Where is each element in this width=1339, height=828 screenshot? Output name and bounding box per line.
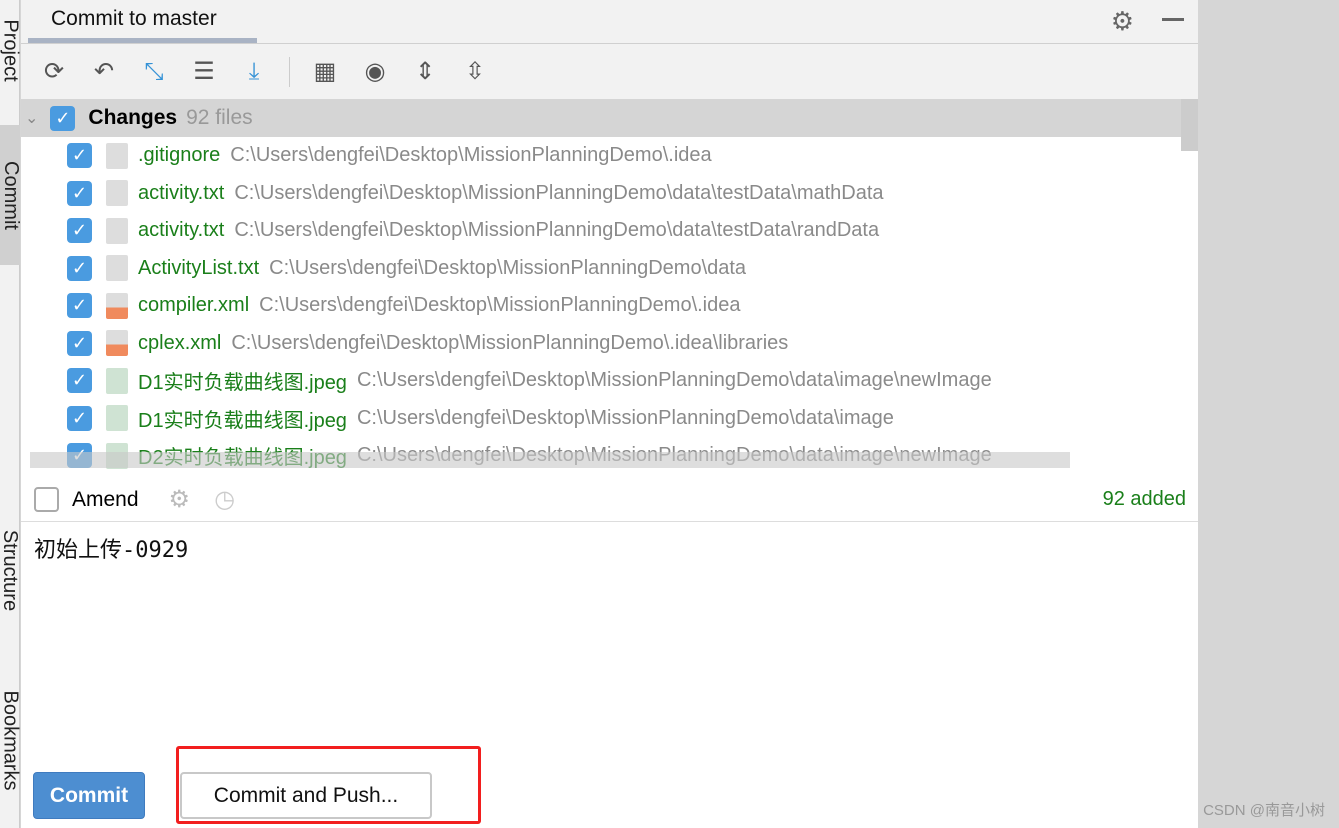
panel-header: Commit to master ⚙ <box>21 0 1198 44</box>
changes-checkbox[interactable]: ✓ <box>50 105 76 131</box>
txt-file-icon <box>106 255 128 282</box>
side-tab-commit[interactable]: Commit <box>0 125 22 265</box>
update-icon[interactable]: ⤓ <box>239 57 269 87</box>
file-path: C:\Users\dengfei\Desktop\MissionPlanning… <box>356 406 894 429</box>
view-options-icon[interactable]: ◉ <box>360 57 390 87</box>
group-by-icon[interactable]: ▦ <box>310 57 340 87</box>
xml-file-icon <box>106 292 128 319</box>
amend-label: Amend <box>72 487 139 511</box>
file-row[interactable]: ✓ activity.txt C:\Users\dengfei\Desktop\… <box>21 175 1198 213</box>
file-row[interactable]: ✓ .gitignore C:\Users\dengfei\Desktop\Mi… <box>21 137 1198 175</box>
file-name: .gitignore <box>138 144 221 167</box>
diff-icon[interactable]: ⤡ <box>139 57 169 87</box>
file-checkbox[interactable]: ✓ <box>67 218 92 244</box>
changes-tree: ⌄ ✓ Changes 92 files ✓ .gitignore C:\Use… <box>21 99 1198 472</box>
file-name: D1实时负载曲线图.jpeg <box>138 372 347 395</box>
file-name: ActivityList.txt <box>138 256 260 279</box>
commit-panel: Commit to master ⚙ ⟳ ↶ ⤡ ☰ ⤓ ▦ ◉ ⇕ ⇳ ⌄ ✓… <box>21 0 1198 828</box>
highlight-box <box>176 746 481 824</box>
tool-window-strip: Project Commit Structure Bookmarks <box>0 0 22 828</box>
file-checkbox[interactable]: ✓ <box>67 405 92 431</box>
file-name: D1实时负载曲线图.jpeg <box>138 409 347 432</box>
xml-file-icon <box>106 330 128 357</box>
side-tab-structure[interactable]: Structure <box>0 505 22 635</box>
file-checkbox[interactable]: ✓ <box>67 293 92 319</box>
watermark: CSDN @南音小树 <box>1203 802 1325 819</box>
horizontal-scrollbar[interactable] <box>30 452 1070 468</box>
commit-button[interactable]: Commit <box>33 772 145 819</box>
file-path: C:\Users\dengfei\Desktop\MissionPlanning… <box>234 219 880 242</box>
file-name: cplex.xml <box>138 331 222 354</box>
tab-underline <box>28 38 257 43</box>
file-path: C:\Users\dengfei\Desktop\MissionPlanning… <box>269 256 747 279</box>
file-row[interactable]: ✓ D1实时负载曲线图.jpeg C:\Users\dengfei\Deskto… <box>21 400 1198 438</box>
added-status: 92 added <box>1102 488 1186 510</box>
toolbar: ⟳ ↶ ⤡ ☰ ⤓ ▦ ◉ ⇕ ⇳ <box>21 44 1198 99</box>
amend-row: Amend ⚙ ◷ 92 added <box>21 478 1198 522</box>
changes-label: Changes <box>88 106 178 129</box>
file-name: activity.txt <box>138 219 225 242</box>
minimize-icon[interactable] <box>1162 18 1184 21</box>
file-checkbox[interactable]: ✓ <box>67 180 92 206</box>
rollback-icon[interactable]: ↶ <box>89 57 119 87</box>
file-checkbox[interactable]: ✓ <box>67 330 92 356</box>
file-row[interactable]: ✓ D1实时负载曲线图.jpeg C:\Users\dengfei\Deskto… <box>21 362 1198 400</box>
ignore-file-icon <box>106 142 128 169</box>
collapse-all-icon[interactable]: ⇳ <box>460 57 490 87</box>
file-checkbox[interactable]: ✓ <box>67 368 92 394</box>
commit-message-input[interactable]: 初始上传-0929 <box>34 532 188 564</box>
file-checkbox[interactable]: ✓ <box>67 143 92 169</box>
txt-file-icon <box>106 217 128 244</box>
expand-all-icon[interactable]: ⇕ <box>410 57 440 87</box>
file-path: C:\Users\dengfei\Desktop\MissionPlanning… <box>234 181 884 204</box>
toolbar-separator <box>289 56 290 87</box>
file-path: C:\Users\dengfei\Desktop\MissionPlanning… <box>259 294 741 317</box>
vertical-scrollbar[interactable] <box>1181 99 1198 151</box>
file-checkbox[interactable]: ✓ <box>67 255 92 281</box>
shelve-icon[interactable]: ☰ <box>189 57 219 87</box>
file-row[interactable]: ✓ ActivityList.txt C:\Users\dengfei\Desk… <box>21 250 1198 288</box>
side-tab-bookmarks[interactable]: Bookmarks <box>0 665 22 815</box>
changes-count: 92 files <box>186 106 253 129</box>
chevron-down-icon[interactable]: ⌄ <box>25 108 38 128</box>
file-path: C:\Users\dengfei\Desktop\MissionPlanning… <box>356 369 992 392</box>
file-name: activity.txt <box>138 181 225 204</box>
img-file-icon <box>106 405 128 432</box>
gear-icon[interactable]: ⚙ <box>169 485 191 514</box>
gear-icon[interactable]: ⚙ <box>1111 6 1134 37</box>
img-file-icon <box>106 367 128 394</box>
tab-commit-to-master[interactable]: Commit to master <box>51 7 217 31</box>
side-tab-project[interactable]: Project <box>0 0 22 100</box>
file-row[interactable]: ✓ compiler.xml C:\Users\dengfei\Desktop\… <box>21 287 1198 325</box>
file-row[interactable]: ✓ activity.txt C:\Users\dengfei\Desktop\… <box>21 212 1198 250</box>
amend-checkbox[interactable] <box>34 487 59 512</box>
file-row[interactable]: ✓ cplex.xml C:\Users\dengfei\Desktop\Mis… <box>21 325 1198 363</box>
file-name: compiler.xml <box>138 294 250 317</box>
file-path: C:\Users\dengfei\Desktop\MissionPlanning… <box>230 144 712 167</box>
history-icon[interactable]: ◷ <box>214 485 235 514</box>
refresh-icon[interactable]: ⟳ <box>39 57 69 87</box>
changes-group[interactable]: ⌄ ✓ Changes 92 files <box>21 99 1198 137</box>
txt-file-icon <box>106 180 128 207</box>
file-path: C:\Users\dengfei\Desktop\MissionPlanning… <box>231 331 789 354</box>
